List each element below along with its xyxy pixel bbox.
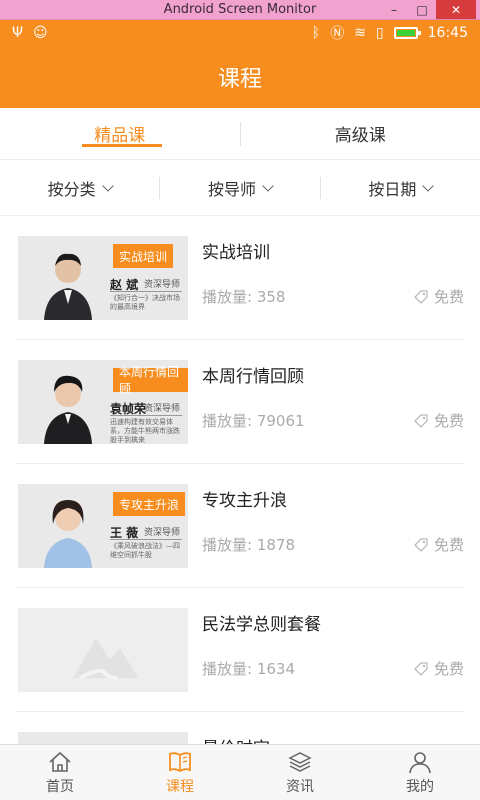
- course-play-count: 播放量: 1634: [202, 660, 295, 678]
- nav-label: 我的: [406, 778, 434, 795]
- app-header: 课程: [0, 46, 480, 108]
- notification-icon: ☺: [33, 25, 48, 41]
- price-tag-icon: [414, 413, 428, 428]
- teacher-photo: [44, 375, 92, 444]
- filter-label: 按分类: [47, 179, 96, 199]
- course-thumbnail-placeholder: [18, 608, 188, 692]
- price-label: 免费: [433, 536, 464, 554]
- sim-icon: ▯: [375, 25, 384, 41]
- profile-icon: [409, 751, 431, 773]
- course-item[interactable]: 民法学总则套餐 播放量: 1634 免费: [16, 588, 464, 712]
- nav-label: 课程: [166, 778, 194, 795]
- price-label: 免费: [433, 660, 464, 678]
- thumbnail-divider: [110, 539, 182, 540]
- tab-premium[interactable]: 精品课: [0, 108, 240, 159]
- course-price: 免费: [414, 534, 464, 555]
- course-title: 专攻主升浪: [202, 491, 287, 511]
- chevron-down-icon: [262, 179, 274, 192]
- thumbnail-tag: 本周行情回顾: [113, 365, 188, 396]
- usb-icon: Ψ: [12, 25, 24, 41]
- filter-bar: 按分类 按导师 按日期: [0, 160, 480, 216]
- close-button[interactable]: ✕: [436, 0, 476, 19]
- thumbnail-description: 《乘风破浪战法》—四维空间抓牛股: [110, 542, 180, 559]
- filter-category[interactable]: 按分类: [0, 176, 159, 200]
- thumbnail-divider: [110, 415, 182, 416]
- course-title: 民法学总则套餐: [202, 615, 321, 635]
- filter-date[interactable]: 按日期: [321, 176, 480, 200]
- price-label: 免费: [433, 288, 464, 306]
- window-controls: – □ ✕: [380, 0, 476, 19]
- thumbnail-description: 迅速构建有效交易体系，方能牛熊两市涨跌股手到擒来: [110, 418, 180, 444]
- thumbnail-teacher-role: 资深导师: [144, 404, 181, 414]
- thumbnail-divider: [110, 291, 182, 292]
- course-title: 本周行情回顾: [202, 367, 304, 387]
- course-play-count: 播放量: 79061: [202, 412, 305, 430]
- course-list[interactable]: 实战培训 赵 斌 资深导师 《知行合一》决战市场的最高境界 实战培训 播放量: …: [0, 216, 480, 744]
- thumbnail-description: 《知行合一》决战市场的最高境界: [110, 294, 180, 311]
- filter-label: 按日期: [368, 179, 417, 199]
- android-status-bar: Ψ ☺ ᛒ Ⓝ ≋ ▯ 16:45: [0, 20, 480, 46]
- battery-icon: [393, 27, 421, 39]
- teacher-photo: [44, 500, 92, 568]
- thumbnail-tag: 专攻主升浪: [113, 492, 186, 516]
- course-price: 免费: [414, 410, 464, 431]
- maximize-button[interactable]: □: [408, 0, 436, 19]
- page-title: 课程: [217, 67, 262, 92]
- course-thumbnail: 本周行情回顾 袁帧荣 资深导师 迅速构建有效交易体系，方能牛熊两市涨跌股手到擒来: [18, 360, 188, 444]
- news-stack-icon: [288, 751, 312, 772]
- course-item[interactable]: 专攻主升浪 王 薇 资深导师 《乘风破浪战法》—四维空间抓牛股 专攻主升浪 播放…: [16, 464, 464, 588]
- course-item[interactable]: 本周行情回顾 袁帧荣 资深导师 迅速构建有效交易体系，方能牛熊两市涨跌股手到擒来…: [16, 340, 464, 464]
- course-tabs: 精品课 高级课: [0, 108, 480, 160]
- price-tag-icon: [414, 661, 428, 676]
- course-title: 最价时空: [202, 734, 270, 744]
- nav-news[interactable]: 资讯: [240, 745, 360, 800]
- course-thumbnail: 专攻主升浪 王 薇 资深导师 《乘风破浪战法》—四维空间抓牛股: [18, 484, 188, 568]
- thumbnail-teacher-role: 资深导师: [144, 280, 181, 290]
- tab-label: 高级课: [334, 126, 386, 146]
- price-tag-icon: [414, 289, 428, 304]
- thumbnail-teacher-role: 资深导师: [144, 528, 181, 538]
- bluetooth-icon: ᛒ: [311, 25, 321, 41]
- course-thumbnail: [18, 732, 188, 744]
- filter-label: 按导师: [207, 179, 256, 199]
- course-thumbnail: 实战培训 赵 斌 资深导师 《知行合一》决战市场的最高境界: [18, 236, 188, 320]
- course-item[interactable]: 实战培训 赵 斌 资深导师 《知行合一》决战市场的最高境界 实战培训 播放量: …: [16, 216, 464, 340]
- bottom-navigation: 首页 课程 资讯 我的: [0, 744, 480, 800]
- course-price: 免费: [414, 286, 464, 307]
- home-icon: [49, 751, 71, 772]
- course-item[interactable]: 最价时空: [16, 712, 464, 744]
- nav-label: 首页: [46, 778, 74, 795]
- teacher-photo: [44, 253, 92, 320]
- status-time: 16:45: [427, 25, 468, 41]
- window-title: Android Screen Monitor: [163, 2, 317, 17]
- chevron-down-icon: [102, 179, 114, 192]
- tab-label: 精品课: [94, 126, 146, 146]
- tab-advanced[interactable]: 高级课: [241, 108, 480, 159]
- window-titlebar: Android Screen Monitor – □ ✕: [0, 0, 480, 20]
- book-icon: [169, 751, 191, 772]
- nav-home[interactable]: 首页: [0, 745, 120, 800]
- minimize-button[interactable]: –: [380, 0, 408, 19]
- wifi-icon: ≋: [354, 25, 366, 41]
- price-label: 免费: [433, 412, 464, 430]
- nav-courses[interactable]: 课程: [120, 745, 240, 800]
- filter-teacher[interactable]: 按导师: [160, 176, 319, 200]
- course-price: 免费: [414, 658, 464, 679]
- chevron-down-icon: [422, 179, 434, 192]
- thumbnail-tag: 实战培训: [113, 244, 174, 268]
- course-title: 实战培训: [202, 243, 270, 263]
- nfc-icon: Ⓝ: [330, 26, 345, 42]
- nav-profile[interactable]: 我的: [360, 745, 480, 800]
- image-placeholder-icon: [73, 638, 138, 680]
- nav-label: 资讯: [286, 778, 314, 795]
- course-play-count: 播放量: 1878: [202, 536, 295, 554]
- price-tag-icon: [414, 537, 428, 552]
- course-play-count: 播放量: 358: [202, 288, 286, 306]
